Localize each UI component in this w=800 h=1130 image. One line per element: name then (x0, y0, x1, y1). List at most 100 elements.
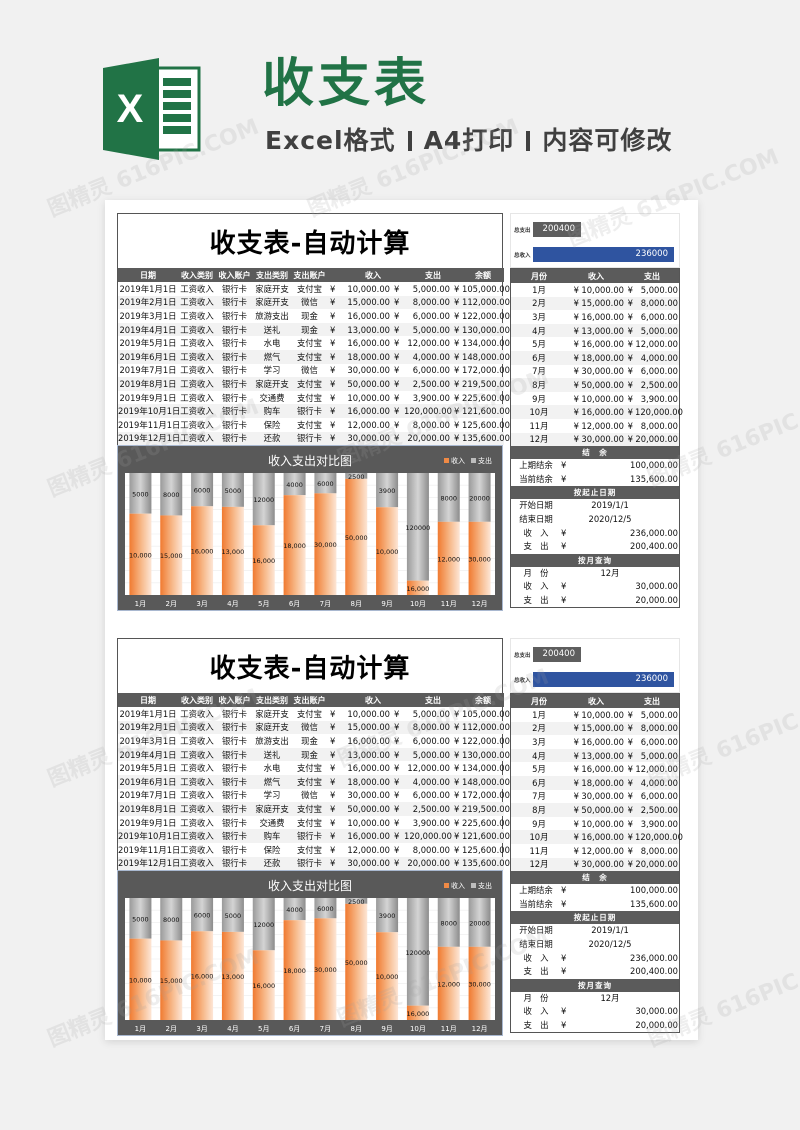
balance-cell[interactable]: 148,000.00 (462, 349, 510, 364)
balance-cell[interactable]: 122,000.00 (462, 309, 510, 323)
monthly-row[interactable]: 12月 ¥30,000.00 ¥20,000.00 (511, 432, 679, 447)
income-account-cell[interactable]: 银行卡 (216, 404, 253, 418)
expense-account-cell[interactable]: 微信 (291, 295, 328, 310)
income-type-cell[interactable]: 工资收入 (178, 418, 216, 432)
date-cell[interactable]: 2019年11月1日 (118, 843, 180, 857)
balance-cell[interactable]: 121,600.00 (462, 829, 510, 843)
income-cell[interactable]: 30,000.00 (342, 431, 392, 446)
expense-type-cell[interactable]: 家庭开支 (253, 707, 291, 721)
end-date-value[interactable]: 2020/12/5 (561, 513, 679, 527)
monthly-row[interactable]: 10月 ¥16,000.00 ¥120,000.00 (511, 830, 683, 844)
expense-cell[interactable]: 3,900.00 (404, 391, 452, 405)
balance-cell[interactable]: 130,000.00 (462, 747, 510, 762)
query-month-value[interactable]: 12月 (561, 992, 679, 1006)
date-cell[interactable]: 2019年10月1日 (118, 829, 180, 843)
balance-cell[interactable]: 105,000.00 (462, 282, 510, 296)
ledger-row[interactable]: 2019年6月1日 工资收入 银行卡 燃气 支付宝 ¥18,000.00 ¥4,000.00… (118, 349, 510, 364)
expense-account-cell[interactable]: 支付宝 (291, 391, 328, 405)
expense-type-cell[interactable]: 送礼 (253, 322, 291, 337)
expense-type-cell[interactable]: 家庭开支 (253, 295, 291, 310)
date-cell[interactable]: 2019年4月1日 (118, 747, 178, 762)
date-cell[interactable]: 2019年11月1日 (118, 418, 180, 432)
monthly-row[interactable]: 4月 ¥13,000.00 ¥5,000.00 (511, 323, 679, 338)
monthly-row[interactable]: 8月 ¥50,000.00 ¥2,500.00 (511, 378, 679, 392)
monthly-row[interactable]: 11月 ¥12,000.00 ¥8,000.00 (511, 419, 679, 433)
income-account-cell[interactable]: 银行卡 (216, 707, 253, 721)
balance-cell[interactable]: 134,000.00 (462, 761, 510, 775)
expense-cell[interactable]: 12,000.00 (404, 336, 452, 350)
expense-type-cell[interactable]: 送礼 (253, 747, 291, 762)
income-type-cell[interactable]: 工资收入 (178, 734, 216, 748)
expense-cell[interactable]: 6,000.00 (404, 364, 452, 378)
income-type-cell[interactable]: 工资收入 (178, 856, 216, 871)
ledger-row[interactable]: 2019年10月1日 工资收入 银行卡 购车 银行卡 ¥16,000.00 ¥120,000… (118, 829, 510, 843)
expense-type-cell[interactable]: 水电 (253, 761, 291, 775)
expense-cell[interactable]: 8,000.00 (404, 720, 452, 735)
expense-type-cell[interactable]: 旅游支出 (253, 309, 291, 323)
expense-account-cell[interactable]: 微信 (291, 789, 328, 803)
expense-account-cell[interactable]: 银行卡 (291, 856, 328, 871)
income-account-cell[interactable]: 银行卡 (216, 816, 253, 830)
ledger-row[interactable]: 2019年7月1日 工资收入 银行卡 学习 微信 ¥30,000.00 ¥6,000.00 ¥… (118, 789, 510, 803)
end-date-value[interactable]: 2020/12/5 (561, 938, 679, 952)
expense-account-cell[interactable]: 银行卡 (291, 431, 328, 446)
income-type-cell[interactable]: 工资收入 (178, 829, 216, 843)
expense-account-cell[interactable]: 支付宝 (291, 349, 328, 364)
income-type-cell[interactable]: 工资收入 (178, 377, 216, 391)
expense-cell[interactable]: 20,000.00 (404, 856, 452, 871)
expense-type-cell[interactable]: 燃气 (253, 349, 291, 364)
income-account-cell[interactable]: 银行卡 (216, 802, 253, 816)
expense-type-cell[interactable]: 家庭开支 (253, 720, 291, 735)
date-cell[interactable]: 2019年12月1日 (118, 856, 180, 871)
start-date-value[interactable]: 2019/1/1 (561, 499, 679, 513)
income-account-cell[interactable]: 银行卡 (216, 431, 253, 446)
income-type-cell[interactable]: 工资收入 (178, 309, 216, 323)
income-cell[interactable]: 18,000.00 (342, 349, 392, 364)
ledger-row[interactable]: 2019年9月1日 工资收入 银行卡 交通费 支付宝 ¥10,000.00 ¥3,900.0… (118, 391, 510, 405)
date-cell[interactable]: 2019年3月1日 (118, 734, 178, 748)
income-account-cell[interactable]: 银行卡 (216, 309, 253, 323)
expense-account-cell[interactable]: 支付宝 (291, 377, 328, 391)
expense-cell[interactable]: 6,000.00 (404, 309, 452, 323)
income-account-cell[interactable]: 银行卡 (216, 761, 253, 775)
expense-cell[interactable]: 8,000.00 (404, 295, 452, 310)
income-type-cell[interactable]: 工资收入 (178, 720, 216, 735)
monthly-row[interactable]: 7月 ¥30,000.00 ¥6,000.00 (511, 365, 679, 379)
monthly-row[interactable]: 2月 ¥15,000.00 ¥8,000.00 (511, 721, 679, 736)
income-type-cell[interactable]: 工资收入 (178, 349, 216, 364)
ledger-row[interactable]: 2019年11月1日 工资收入 银行卡 保险 支付宝 ¥12,000.00 ¥8,000.0… (118, 418, 510, 432)
expense-account-cell[interactable]: 支付宝 (291, 707, 328, 721)
income-type-cell[interactable]: 工资收入 (178, 789, 216, 803)
expense-account-cell[interactable]: 支付宝 (291, 774, 328, 789)
income-account-cell[interactable]: 银行卡 (216, 829, 253, 843)
date-cell[interactable]: 2019年8月1日 (118, 377, 178, 391)
expense-type-cell[interactable]: 保险 (253, 843, 291, 857)
expense-cell[interactable]: 20,000.00 (404, 431, 452, 446)
expense-type-cell[interactable]: 购车 (253, 404, 291, 418)
expense-cell[interactable]: 2,500.00 (404, 802, 452, 816)
expense-type-cell[interactable]: 交通费 (253, 391, 291, 405)
income-account-cell[interactable]: 银行卡 (216, 789, 253, 803)
expense-account-cell[interactable]: 支付宝 (291, 843, 328, 857)
income-cell[interactable]: 15,000.00 (342, 720, 392, 735)
ledger-row[interactable]: 2019年8月1日 工资收入 银行卡 家庭开支 支付宝 ¥50,000.00 ¥2,500.… (118, 377, 510, 391)
date-cell[interactable]: 2019年2月1日 (118, 720, 178, 735)
expense-cell[interactable]: 8,000.00 (404, 843, 452, 857)
balance-cell[interactable]: 134,000.00 (462, 336, 510, 350)
expense-account-cell[interactable]: 银行卡 (291, 829, 328, 843)
income-cell[interactable]: 16,000.00 (342, 336, 392, 350)
expense-account-cell[interactable]: 支付宝 (291, 418, 328, 432)
ledger-row[interactable]: 2019年7月1日 工资收入 银行卡 学习 微信 ¥30,000.00 ¥6,000.00 ¥… (118, 364, 510, 378)
balance-cell[interactable]: 122,000.00 (462, 734, 510, 748)
expense-account-cell[interactable]: 支付宝 (291, 761, 328, 775)
income-type-cell[interactable]: 工资收入 (178, 843, 216, 857)
date-cell[interactable]: 2019年1月1日 (118, 707, 178, 721)
income-account-cell[interactable]: 银行卡 (216, 322, 253, 337)
balance-cell[interactable]: 225,600.00 (462, 816, 510, 830)
date-cell[interactable]: 2019年6月1日 (118, 774, 178, 789)
expense-type-cell[interactable]: 家庭开支 (253, 282, 291, 296)
date-cell[interactable]: 2019年9月1日 (118, 391, 178, 405)
expense-cell[interactable]: 8,000.00 (404, 418, 452, 432)
expense-account-cell[interactable]: 微信 (291, 720, 328, 735)
expense-cell[interactable]: 5,000.00 (404, 282, 452, 296)
